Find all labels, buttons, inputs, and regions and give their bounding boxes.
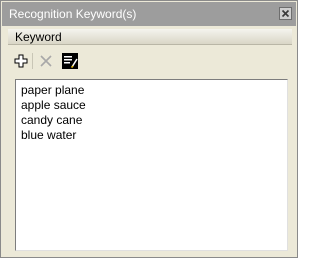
close-button[interactable]: [279, 7, 292, 20]
section-header: Keyword: [8, 29, 292, 45]
list-item[interactable]: candy cane: [21, 113, 282, 128]
list-item[interactable]: apple sauce: [21, 98, 282, 113]
toolbar-separator: [32, 53, 33, 69]
section-label: Keyword: [15, 30, 62, 44]
keyword-list[interactable]: paper plane apple sauce candy cane blue …: [15, 79, 288, 251]
list-item[interactable]: paper plane: [21, 83, 282, 98]
list-item[interactable]: blue water: [21, 128, 282, 143]
title-bar[interactable]: Recognition Keyword(s): [2, 2, 296, 26]
delete-keyword-button[interactable]: [36, 51, 56, 71]
edit-keyword-button[interactable]: [60, 51, 80, 71]
edit-icon: [62, 53, 78, 69]
close-icon: [281, 9, 290, 18]
keywords-window: Recognition Keyword(s) Keyword paper pla…: [0, 0, 298, 258]
plus-icon: [14, 54, 28, 68]
add-keyword-button[interactable]: [11, 51, 31, 71]
window-title: Recognition Keyword(s): [9, 7, 137, 21]
delete-icon: [40, 55, 52, 67]
toolbar: [8, 50, 292, 72]
